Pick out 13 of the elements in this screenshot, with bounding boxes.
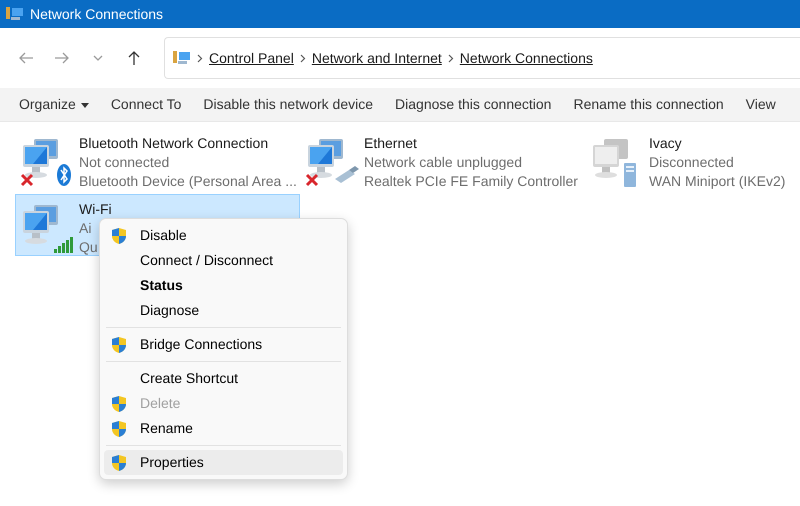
device-name: Bluetooth Device (Personal Area ... [79, 172, 297, 191]
connection-name: Wi-Fi [79, 200, 112, 219]
connection-status: Ai [79, 219, 92, 238]
connection-status: Not connected [79, 153, 170, 172]
device-name: Realtek PCIe FE Family Controller [364, 172, 578, 191]
connection-name: Ivacy [649, 134, 683, 153]
connection-status: Disconnected [649, 153, 735, 172]
device-name: Qu [79, 238, 99, 257]
connection-status: Network cable unplugged [364, 153, 523, 172]
connection-name: Bluetooth Network Connection [79, 134, 270, 153]
device-name: WAN Miniport (IKEv2) [649, 172, 786, 191]
connection-name: Ethernet [364, 134, 418, 153]
window-title: Network Connections [30, 4, 164, 24]
